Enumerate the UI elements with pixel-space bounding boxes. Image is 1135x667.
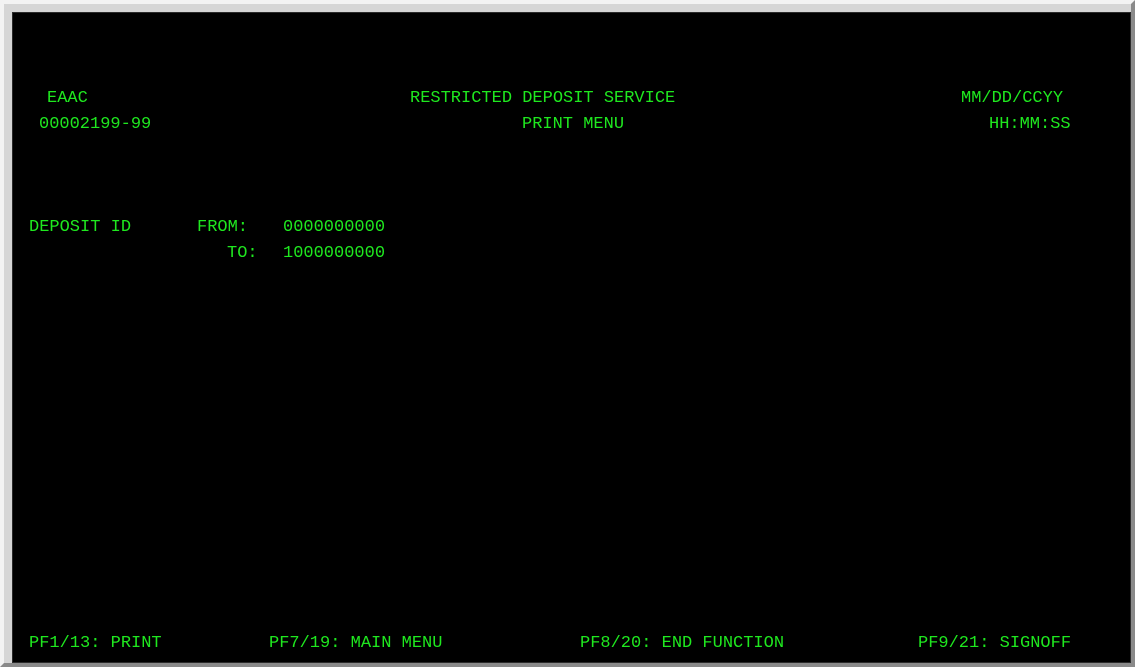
system-id: EAAC (47, 89, 88, 108)
deposit-id-to-field[interactable]: 1000000000 (283, 245, 385, 262)
deposit-id-label: DEPOSIT ID (29, 218, 132, 237)
to-label: TO: (227, 244, 258, 263)
terminal-screen: EAAC 00002199-99 RESTRICTED DEPOSIT SERV… (12, 12, 1131, 663)
deposit-id-from-field[interactable]: 0000000000 (283, 219, 385, 236)
time-display: HH:MM:SS (989, 115, 1071, 134)
screen-title: RESTRICTED DEPOSIT SERVICE (410, 89, 676, 108)
pf9-signoff-key[interactable]: PF9/21: SIGNOFF (918, 635, 1071, 652)
account-number: 00002199-99 (39, 115, 152, 134)
from-label: FROM: (197, 218, 249, 237)
screen-subtitle: PRINT MENU (522, 115, 625, 134)
terminal-window: EAAC 00002199-99 RESTRICTED DEPOSIT SERV… (0, 0, 1135, 667)
date-display: MM/DD/CCYY (961, 89, 1064, 108)
pf1-print-key[interactable]: PF1/13: PRINT (29, 635, 162, 652)
pf7-main-menu-key[interactable]: PF7/19: MAIN MENU (269, 635, 442, 652)
pf8-end-function-key[interactable]: PF8/20: END FUNCTION (580, 635, 784, 652)
